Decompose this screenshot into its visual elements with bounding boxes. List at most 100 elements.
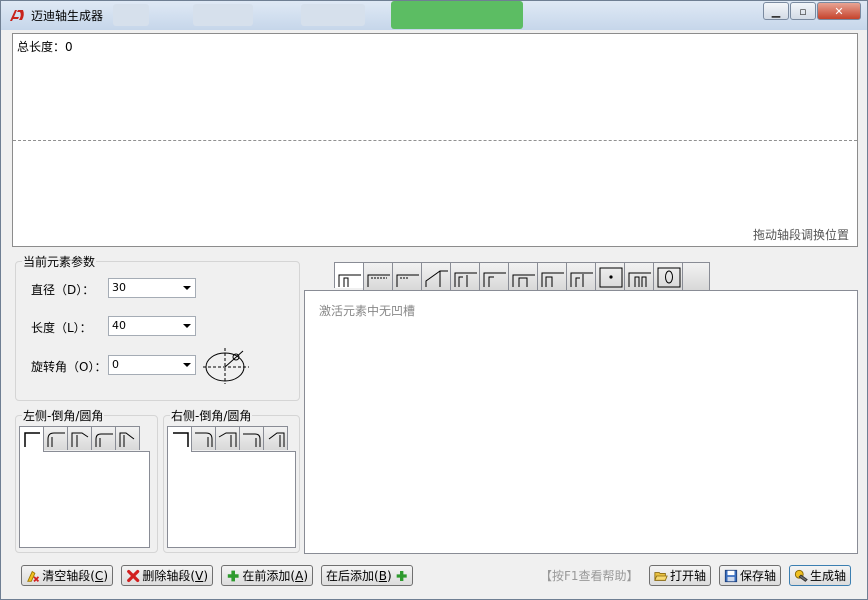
rotation-combo[interactable]: 0	[108, 355, 196, 375]
close-icon: ✕	[834, 4, 844, 18]
drag-hint: 拖动轴段调换位置	[752, 228, 849, 242]
title-bar: 迈迪轴生成器 ▁ ▫ ✕	[1, 1, 867, 30]
groove-pane-message: 激活元素中无凹槽	[319, 304, 416, 318]
left-chamfer-tab-none[interactable]	[19, 426, 44, 452]
shaft-preview-canvas[interactable]: 总长度：0 拖动轴段调换位置	[12, 33, 858, 247]
groove-type-10-icon	[599, 267, 623, 288]
diameter-value: 30	[112, 281, 126, 294]
add-after-button[interactable]: 在后添加 (B)	[321, 565, 413, 586]
groove-tab-8[interactable]	[537, 262, 567, 290]
plus-icon	[396, 570, 407, 581]
groove-type-11-icon	[628, 272, 651, 287]
groove-type-2-icon	[367, 274, 390, 287]
right-chamfer-pane	[167, 451, 296, 548]
groove-type-12-icon	[657, 267, 681, 288]
left-chamfer-tab-chamfer[interactable]	[67, 426, 92, 450]
add-before-label: 在前添加	[242, 569, 291, 583]
rotation-label: 旋转角（O）：	[31, 360, 107, 374]
corner-chamfer-icon	[71, 432, 89, 447]
rotation-diagram-icon	[203, 348, 249, 384]
generate-shaft-icon	[794, 569, 808, 582]
close-button[interactable]: ✕	[817, 2, 861, 20]
element-params-legend: 当前元素参数	[23, 255, 96, 269]
app-logo-icon	[10, 10, 24, 21]
generate-shaft-button[interactable]: 生成轴	[789, 565, 851, 586]
clear-segments-label: 清空轴段	[42, 569, 91, 583]
right-chamfer-legend: 右侧-倒角/圆角	[171, 409, 252, 423]
delete-segment-shortcut: (V)	[190, 568, 208, 583]
groove-type-3-icon	[396, 274, 419, 287]
open-folder-icon	[654, 571, 668, 581]
total-length-label: 总长度：	[17, 40, 66, 54]
left-chamfer-tab-fillet[interactable]	[43, 426, 68, 450]
chevron-down-icon	[183, 324, 191, 328]
delete-segment-label: 删除轴段	[142, 569, 191, 583]
groove-type-1-icon	[338, 274, 361, 287]
center-axis-line	[13, 140, 857, 141]
clear-segments-button[interactable]: 清空轴段 (C)	[21, 565, 113, 586]
diameter-combo[interactable]: 30	[108, 278, 196, 298]
clear-icon	[27, 570, 40, 582]
groove-tab-4[interactable]	[421, 262, 451, 290]
groove-type-8-icon	[541, 272, 564, 287]
groove-type-5-icon	[454, 272, 477, 287]
right-chamfer-tab-fillet[interactable]	[191, 426, 216, 450]
length-label: 长度（L）：	[31, 321, 92, 335]
left-chamfer-pane	[19, 451, 150, 548]
delete-segment-key: V	[195, 568, 204, 583]
right-chamfer-tab-none[interactable]	[167, 426, 192, 452]
minimize-button[interactable]: ▁	[763, 2, 789, 20]
length-combo[interactable]: 40	[108, 316, 196, 336]
add-after-shortcut: (B)	[374, 568, 392, 583]
main-window: 迈迪轴生成器 ▁ ▫ ✕ 总长度：0 拖动轴段调换位置 当前元素参数 直径（D）…	[0, 0, 868, 600]
corner-chamfer-icon	[218, 432, 237, 447]
groove-tab-12[interactable]	[653, 262, 683, 290]
left-chamfer-legend: 左侧-倒角/圆角	[23, 409, 104, 423]
groove-tab-9[interactable]	[566, 262, 596, 290]
save-shaft-label: 保存轴	[739, 569, 776, 583]
groove-tab-2[interactable]	[363, 262, 393, 290]
groove-tab-5[interactable]	[450, 262, 480, 290]
delete-segment-button[interactable]: 删除轴段 (V)	[121, 565, 213, 586]
corner-round-icon	[95, 433, 113, 447]
groove-tab-11[interactable]	[624, 262, 654, 290]
maximize-icon: ▫	[799, 4, 807, 18]
minimize-icon: ▁	[771, 4, 781, 18]
corner-round-icon	[243, 433, 261, 447]
add-after-label: 在后添加	[326, 569, 375, 583]
groove-tab-6[interactable]	[479, 262, 509, 290]
add-before-button[interactable]: 在前添加 (A)	[221, 565, 313, 586]
open-shaft-label: 打开轴	[669, 569, 706, 583]
add-before-key: A	[295, 568, 304, 583]
save-disk-icon	[724, 569, 738, 582]
plus-icon	[227, 570, 239, 581]
help-hint: 【按F1查看帮助】	[540, 569, 639, 583]
total-length: 总长度：0	[17, 38, 73, 55]
right-chamfer-tab-chamfer[interactable]	[215, 426, 240, 450]
diameter-label: 直径（D）：	[31, 283, 95, 297]
save-shaft-button[interactable]: 保存轴	[719, 565, 781, 586]
right-chamfer-tab-round[interactable]	[239, 426, 264, 450]
groove-tab-7[interactable]	[508, 262, 538, 290]
add-after-key: B	[378, 568, 387, 583]
chevron-down-icon	[183, 286, 191, 290]
right-chamfer-tab-undercut[interactable]	[263, 426, 288, 450]
groove-tab-10[interactable]	[595, 262, 625, 290]
length-value: 40	[112, 319, 126, 332]
groove-tab-1[interactable]	[334, 262, 364, 288]
left-chamfer-tab-round[interactable]	[91, 426, 116, 450]
chevron-down-icon	[183, 363, 191, 367]
corner-undercut-icon	[268, 432, 285, 447]
corner-square-icon	[173, 432, 189, 447]
left-chamfer-tab-undercut[interactable]	[115, 426, 140, 450]
maximize-button[interactable]: ▫	[790, 2, 816, 20]
groove-tab-empty[interactable]	[682, 262, 710, 290]
groove-tab-3[interactable]	[392, 262, 422, 290]
groove-type-7-icon	[512, 274, 535, 287]
open-shaft-button[interactable]: 打开轴	[649, 565, 711, 586]
delete-x-icon	[127, 569, 140, 582]
corner-fillet-icon	[47, 432, 65, 447]
groove-type-4-icon	[425, 270, 448, 287]
groove-pane: 激活元素中无凹槽	[304, 290, 858, 554]
generate-shaft-label: 生成轴	[809, 569, 846, 583]
